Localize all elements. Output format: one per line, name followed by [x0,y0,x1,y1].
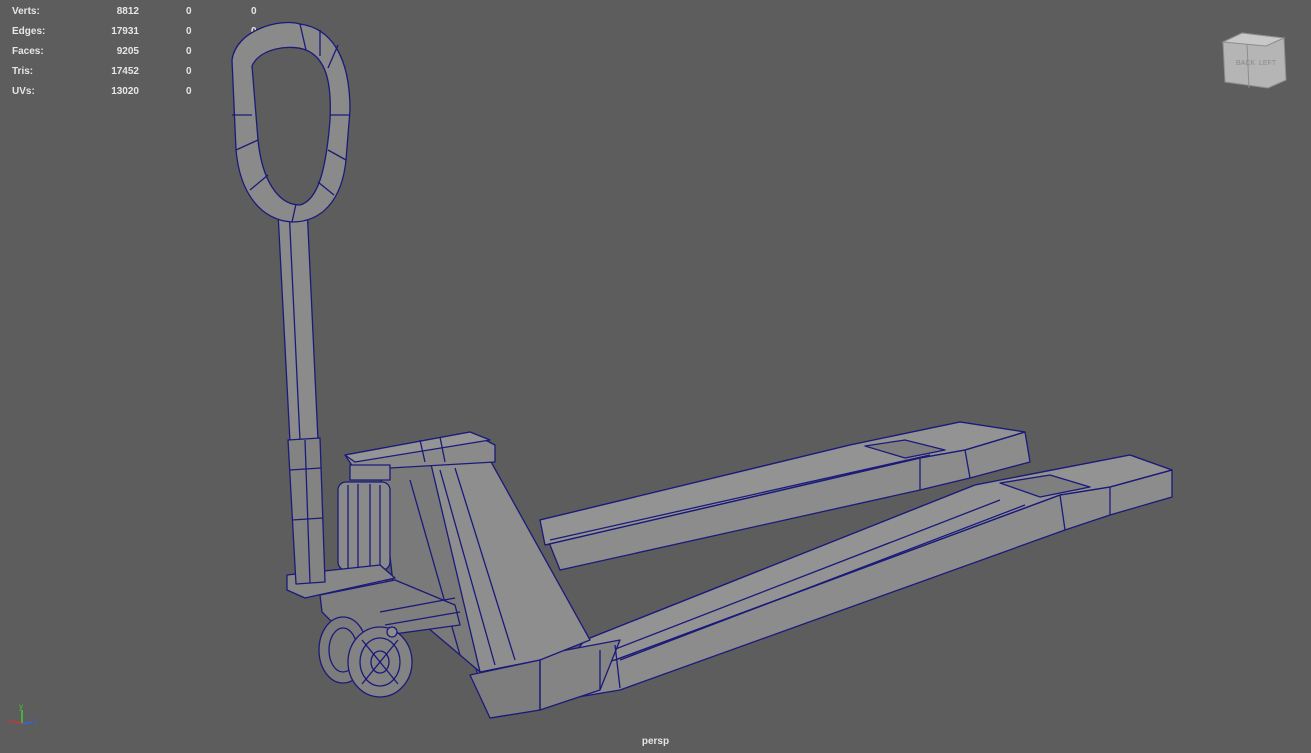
axis-gizmo: y x z [8,702,37,726]
axis-x-label: x [8,717,12,726]
viewcube-left-face: LEFT [1259,60,1277,67]
view-cube[interactable]: BACK LEFT [1218,30,1290,92]
viewcube-back-face: BACK [1236,60,1255,67]
maya-viewport[interactable]: Verts: 8812 0 0 Edges: 17931 0 0 Faces: … [0,0,1311,753]
axis-y-label: y [19,702,23,711]
pallet-jack-model[interactable] [0,0,1311,753]
handle-loop [231,21,351,223]
axis-z-label: z [33,717,37,726]
camera-name-label: persp [641,736,670,747]
